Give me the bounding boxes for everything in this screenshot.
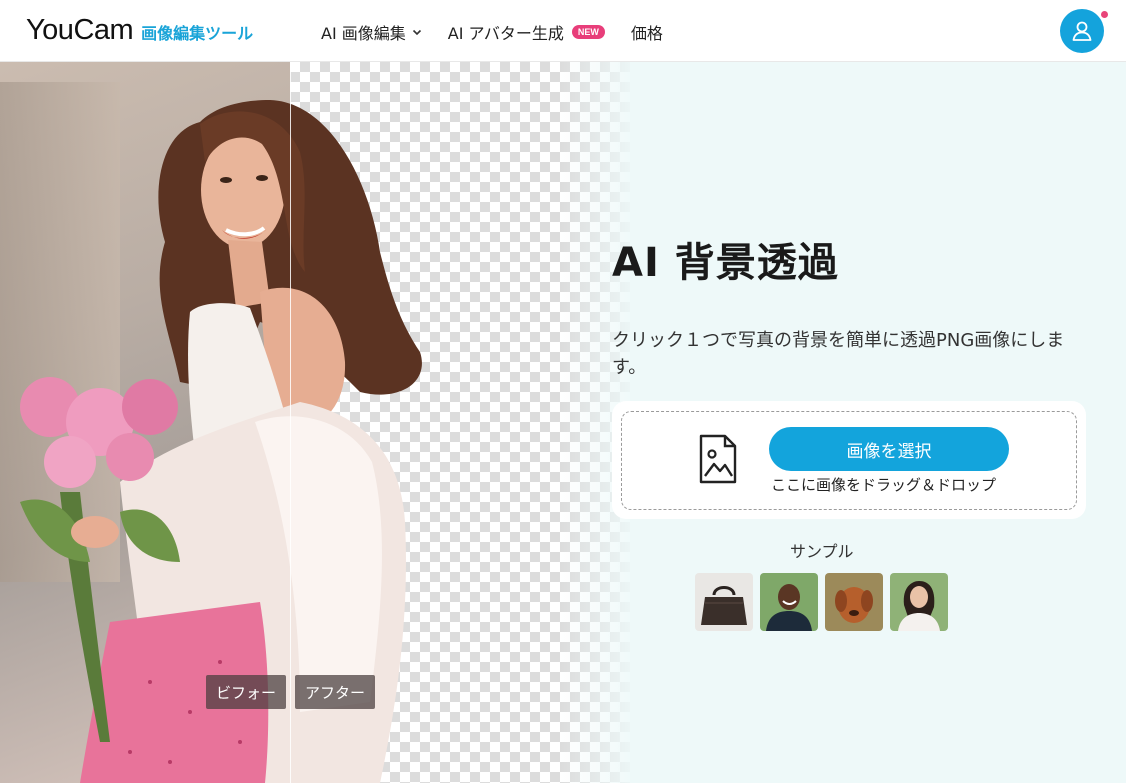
sample-woman-portrait[interactable] [890,573,948,631]
sample-label: サンプル [790,542,854,561]
after-label: アフター [295,675,376,709]
man-thumbnail [760,573,818,631]
nav-ai-avatar[interactable]: AI アバター生成 NEW [448,20,605,44]
sample-handbag[interactable] [695,573,753,631]
nav-label: AI アバター生成 [447,24,564,43]
user-account-button[interactable] [1060,9,1104,53]
notification-dot [1101,11,1108,18]
handbag-thumbnail [695,573,753,631]
image-file-icon [699,434,737,484]
before-label: ビフォー [206,675,287,709]
logo-wordmark: YouCam [26,14,134,46]
woman-thumbnail [890,573,948,631]
dropzone-border: 画像を選択 ここに画像をドラッグ＆ドロップ [621,411,1077,510]
nav-pricing[interactable]: 価格 [631,20,663,44]
dog-thumbnail [825,573,883,631]
user-icon [1072,21,1092,41]
upload-dropzone[interactable]: 画像を選択 ここに画像をドラッグ＆ドロップ [612,401,1086,519]
nav-ai-image-edit[interactable]: AI 画像編集 [321,20,422,44]
nav-label: 価格 [630,24,663,43]
hero-section: ビフォー アフター AI 背景透過 クリック１つで写真の背景を簡単に透過PNG画… [0,62,1126,783]
page-title: AI 背景透過 [612,240,839,286]
select-image-button[interactable]: 画像を選択 [769,427,1009,471]
sample-man-portrait[interactable] [760,573,818,631]
main-nav: AI 画像編集 AI アバター生成 NEW 価格 [321,20,663,44]
top-header: YouCam 画像編集ツール AI 画像編集 AI アバター生成 NEW 価格 [0,0,1126,62]
drag-drop-hint: ここに画像をドラッグ＆ドロップ [771,476,997,494]
nav-label: AI 画像編集 [321,24,406,43]
logo[interactable]: YouCam 画像編集ツール [26,14,253,47]
page-description: クリック１つで写真の背景を簡単に透過PNG画像にします。 [612,330,1065,378]
before-after-divider[interactable] [290,62,291,783]
sample-dog[interactable] [825,573,883,631]
chevron-down-icon [412,29,421,36]
new-badge: NEW [571,25,605,39]
sample-list [695,573,955,631]
logo-subtitle: 画像編集ツール [141,24,254,43]
